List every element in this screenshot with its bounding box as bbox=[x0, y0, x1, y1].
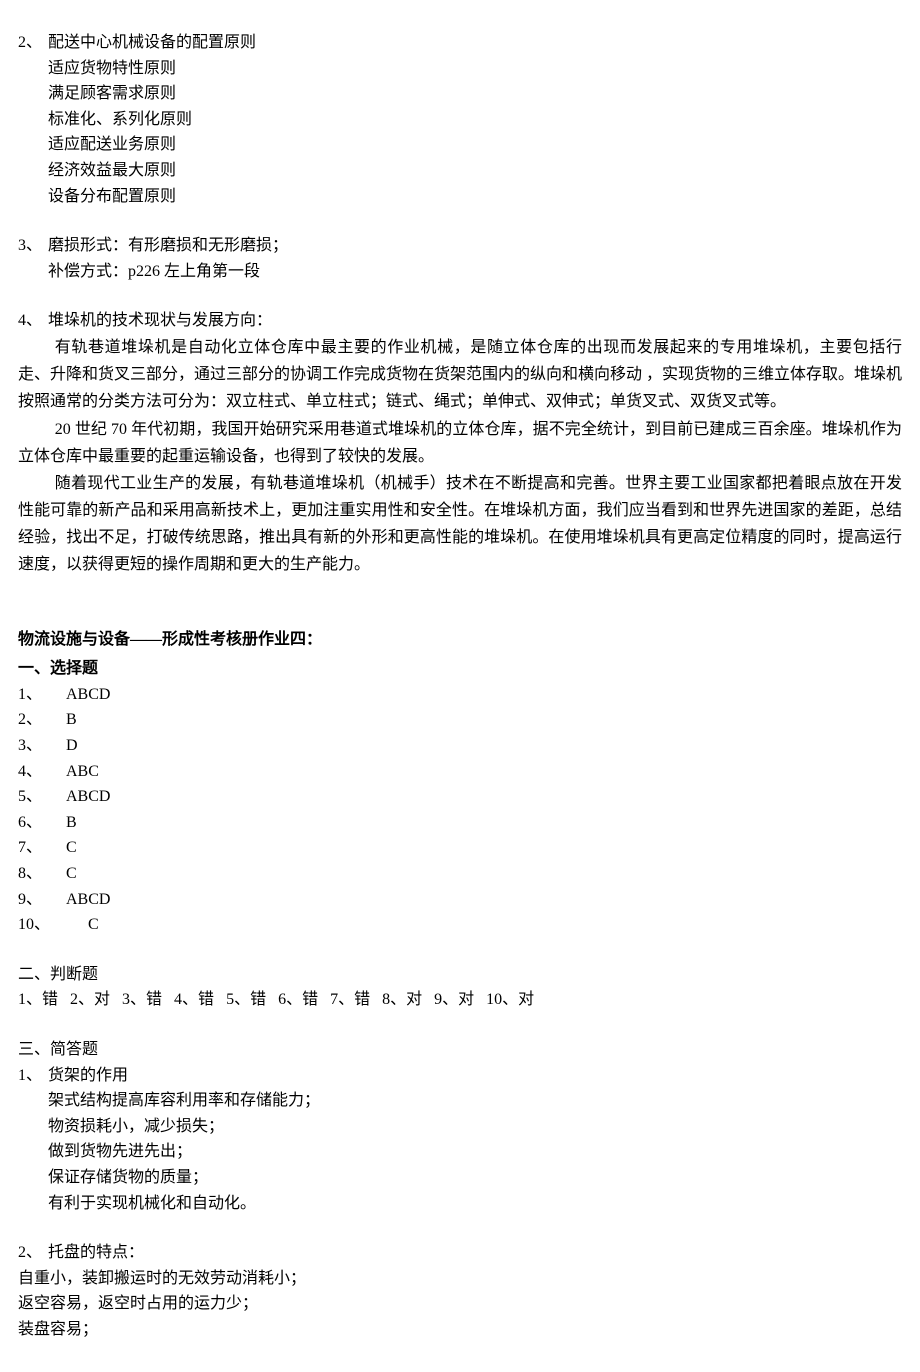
p3q1-item: 有利于实现机械化和自动化。 bbox=[18, 1191, 902, 1217]
q2-number: 2、 bbox=[18, 30, 48, 56]
q4-para3: 随着现代工业生产的发展，有轨巷道堆垛机（机械手）技术在不断提高和完善。世界主要工… bbox=[18, 470, 902, 579]
ans-val: B bbox=[66, 707, 77, 733]
q2-item: 适应货物特性原则 bbox=[18, 56, 902, 82]
ans-val: B bbox=[66, 810, 77, 836]
ans-val: C bbox=[88, 912, 99, 938]
ans-val: ABCD bbox=[66, 887, 110, 913]
ans-num: 1、 bbox=[18, 682, 66, 708]
judge-ans: 3、错 bbox=[122, 987, 162, 1013]
q4-number: 4、 bbox=[18, 308, 48, 334]
ans-num: 2、 bbox=[18, 707, 66, 733]
judge-ans: 8、对 bbox=[382, 987, 422, 1013]
p3q1-item: 保证存储货物的质量； bbox=[18, 1165, 902, 1191]
ans-num: 3、 bbox=[18, 733, 66, 759]
judge-ans: 7、错 bbox=[330, 987, 370, 1013]
ans-num: 7、 bbox=[18, 835, 66, 861]
part1-heading: 一、选择题 bbox=[18, 656, 902, 682]
ans-val: ABCD bbox=[66, 784, 110, 810]
q4-title: 堆垛机的技术现状与发展方向： bbox=[48, 308, 272, 334]
judge-ans: 10、对 bbox=[486, 987, 534, 1013]
judge-ans: 2、对 bbox=[70, 987, 110, 1013]
part3-q2: 2、 托盘的特点： 自重小，装卸搬运时的无效劳动消耗小； 返空容易，返空时占用的… bbox=[18, 1240, 902, 1342]
ans-num: 5、 bbox=[18, 784, 66, 810]
q3-line2: 补偿方式：p226 左上角第一段 bbox=[18, 259, 902, 285]
p3q2-item: 返空容易，返空时占用的运力少； bbox=[18, 1291, 902, 1317]
judge-ans: 4、错 bbox=[174, 987, 214, 1013]
part3-q1: 1、 货架的作用 架式结构提高库容利用率和存储能力； 物资损耗小，减少损失； 做… bbox=[18, 1063, 902, 1217]
p3q2-title: 托盘的特点： bbox=[48, 1240, 144, 1266]
ans-val: D bbox=[66, 733, 78, 759]
judge-ans: 6、错 bbox=[278, 987, 318, 1013]
assignment-4-title: 物流设施与设备——形成性考核册作业四： bbox=[18, 627, 902, 653]
question-3: 3、 磨损形式：有形磨损和无形磨损； 补偿方式：p226 左上角第一段 bbox=[18, 233, 902, 284]
ans-val: C bbox=[66, 861, 77, 887]
ans-num: 6、 bbox=[18, 810, 66, 836]
ans-val: C bbox=[66, 835, 77, 861]
p3q2-number: 2、 bbox=[18, 1240, 48, 1266]
ans-num: 9、 bbox=[18, 887, 66, 913]
judge-ans: 9、对 bbox=[434, 987, 474, 1013]
p3q2-item: 装盘容易； bbox=[18, 1317, 902, 1343]
q2-item: 标准化、系列化原则 bbox=[18, 107, 902, 133]
ans-num: 4、 bbox=[18, 759, 66, 785]
ans-num: 8、 bbox=[18, 861, 66, 887]
question-4: 4、 堆垛机的技术现状与发展方向： 有轨巷道堆垛机是自动化立体仓库中最主要的作业… bbox=[18, 308, 902, 578]
p3q2-item: 自重小，装卸搬运时的无效劳动消耗小； bbox=[18, 1266, 902, 1292]
q2-item: 经济效益最大原则 bbox=[18, 158, 902, 184]
q2-item: 设备分布配置原则 bbox=[18, 184, 902, 210]
ans-val: ABC bbox=[66, 759, 99, 785]
assignment-4: 物流设施与设备——形成性考核册作业四： 一、选择题 1、ABCD 2、B 3、D… bbox=[18, 627, 902, 1343]
part2-answers: 1、错 2、对 3、错 4、错 5、错 6、错 7、错 8、对 9、对 10、对 bbox=[18, 987, 902, 1013]
p3q1-number: 1、 bbox=[18, 1063, 48, 1089]
p3q1-title: 货架的作用 bbox=[48, 1063, 128, 1089]
q4-para2: 20 世纪 70 年代初期，我国开始研究采用巷道式堆垛机的立体仓库，据不完全统计… bbox=[18, 416, 902, 470]
part3-heading: 三、简答题 bbox=[18, 1037, 902, 1063]
q2-title: 配送中心机械设备的配置原则 bbox=[48, 30, 256, 56]
q3-line1: 磨损形式：有形磨损和无形磨损； bbox=[48, 233, 288, 259]
p3q1-item: 做到货物先进先出； bbox=[18, 1139, 902, 1165]
judge-ans: 5、错 bbox=[226, 987, 266, 1013]
part1-answers: 1、ABCD 2、B 3、D 4、ABC 5、ABCD 6、B 7、C 8、C … bbox=[18, 682, 902, 938]
q2-item: 满足顾客需求原则 bbox=[18, 81, 902, 107]
q3-number: 3、 bbox=[18, 233, 48, 259]
part2-heading: 二、判断题 bbox=[18, 962, 902, 988]
q2-item: 适应配送业务原则 bbox=[18, 132, 902, 158]
p3q1-item: 物资损耗小，减少损失； bbox=[18, 1114, 902, 1140]
ans-val: ABCD bbox=[66, 682, 110, 708]
judge-ans: 1、错 bbox=[18, 987, 58, 1013]
q4-para1: 有轨巷道堆垛机是自动化立体仓库中最主要的作业机械，是随立体仓库的出现而发展起来的… bbox=[18, 334, 902, 416]
question-2: 2、 配送中心机械设备的配置原则 适应货物特性原则 满足顾客需求原则 标准化、系… bbox=[18, 30, 902, 209]
p3q1-item: 架式结构提高库容利用率和存储能力； bbox=[18, 1088, 902, 1114]
ans-num: 10、 bbox=[18, 912, 88, 938]
